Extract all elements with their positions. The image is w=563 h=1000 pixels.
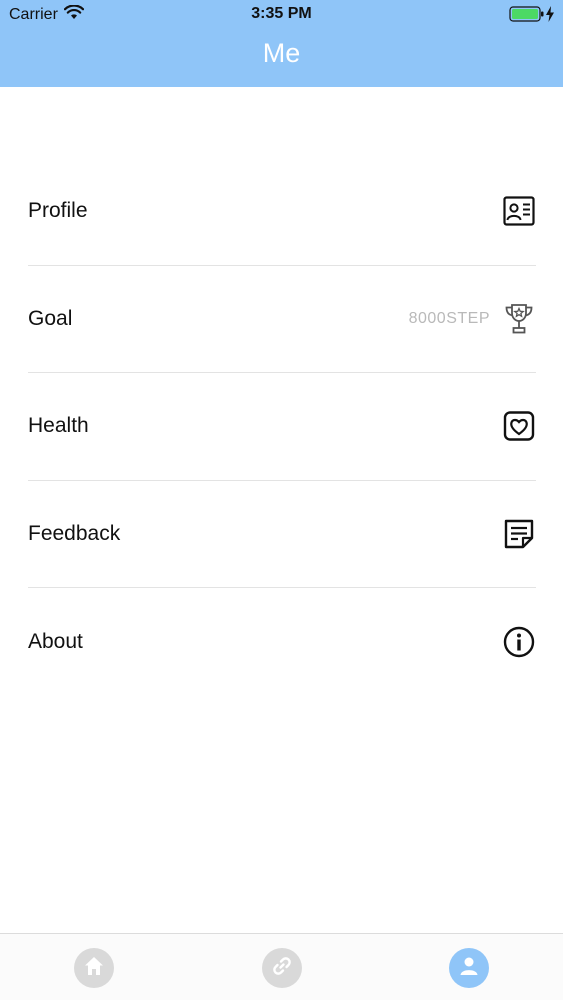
status-time: 3:35 PM: [251, 5, 312, 22]
user-icon: [458, 955, 480, 982]
menu-item-label: Feedback: [28, 521, 121, 545]
status-bar: Carrier 3:35 PM: [0, 0, 563, 30]
menu-item-label: Goal: [28, 306, 73, 330]
menu-item-goal[interactable]: Goal 8000STEP: [28, 266, 536, 373]
tab-link[interactable]: [262, 948, 302, 988]
profile-card-icon: [502, 194, 536, 228]
menu-item-label: Profile: [28, 199, 88, 223]
nav-header: Carrier 3:35 PM Me: [0, 0, 563, 87]
tab-me[interactable]: [449, 948, 489, 988]
info-icon: [502, 625, 536, 659]
link-icon: [271, 955, 293, 982]
goal-value: 8000STEP: [408, 309, 490, 327]
menu-item-feedback[interactable]: Feedback: [28, 481, 536, 588]
page-title: Me: [262, 38, 301, 68]
battery-icon: [509, 6, 545, 27]
menu-item-label: About: [28, 629, 83, 653]
tab-home[interactable]: [74, 948, 114, 988]
menu-item-health[interactable]: Health: [28, 373, 536, 481]
menu-item-label: Health: [28, 414, 89, 438]
battery-indicator: [509, 6, 555, 27]
note-icon: [502, 517, 536, 551]
trophy-icon: [502, 302, 536, 336]
menu-item-profile[interactable]: Profile: [28, 158, 536, 266]
home-icon: [83, 955, 105, 982]
tab-bar: [0, 933, 563, 1000]
charging-bolt-icon: [545, 6, 555, 27]
settings-menu: Profile Goal 8000STEP Health Feedback Ab…: [28, 158, 536, 696]
heart-icon: [502, 409, 536, 443]
menu-item-about[interactable]: About: [28, 588, 536, 696]
